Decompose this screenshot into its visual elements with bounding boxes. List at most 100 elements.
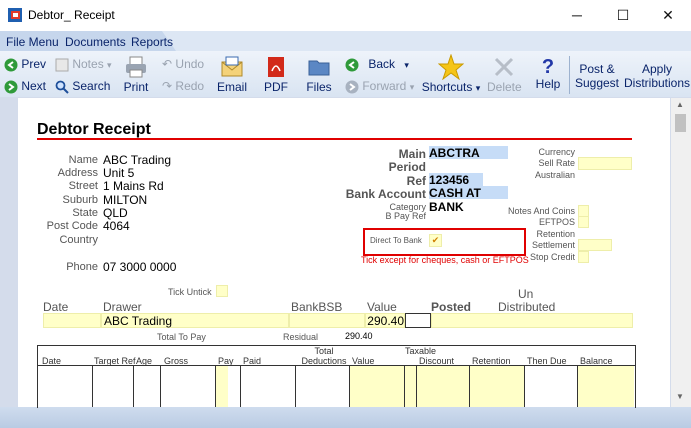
scroll-down-arrow-icon[interactable]: ▼ (676, 392, 684, 401)
ref-value: 123456 (429, 173, 470, 187)
back-button[interactable]: Back ▾ (345, 57, 409, 72)
grid-divider (349, 366, 350, 407)
shortcuts-label: Shortcuts (421, 80, 473, 94)
forward-label: Forward (362, 79, 407, 93)
bank-account-label: Bank Account (345, 187, 426, 201)
bpay-ref-label: B Pay Ref (385, 211, 426, 221)
undistributed-field[interactable] (431, 313, 633, 328)
next-button[interactable]: Next (4, 79, 46, 94)
redo-button[interactable]: ↷ Redo (162, 79, 204, 93)
un-header: Un (518, 287, 534, 301)
menu-file[interactable]: File Menu (6, 35, 59, 49)
redo-icon: ↷ (162, 79, 173, 93)
ref-field[interactable]: 123456 (429, 173, 483, 187)
sell-rate-label: Sell Rate (538, 158, 575, 168)
bankbsb-field[interactable] (289, 313, 365, 328)
residual-value: 290.40 (345, 331, 373, 341)
shortcuts-button[interactable]: Shortcuts ▾ (418, 53, 484, 94)
state-value[interactable]: QLD (103, 206, 128, 220)
pdf-label: PDF (264, 80, 288, 94)
maximize-button[interactable]: ☐ (600, 0, 646, 30)
retention-label: Retention (536, 229, 575, 239)
prev-button[interactable]: Prev (4, 57, 46, 72)
minimize-button[interactable]: ─ (554, 0, 600, 30)
postcode-value[interactable]: 4064 (103, 219, 130, 233)
grid-col-gross: Gross (164, 356, 189, 366)
notes-coins-label: Notes And Coins (507, 206, 575, 216)
delete-button[interactable]: Delete (487, 55, 522, 94)
help-button[interactable]: ? Help (533, 55, 563, 91)
apply-distributions-button[interactable]: Apply Distributions (624, 62, 690, 90)
drawer-field[interactable]: ABC Trading (101, 313, 289, 328)
phone-label: Phone (66, 261, 98, 273)
value-field[interactable]: 290.40 (365, 313, 405, 328)
phone-value[interactable]: 07 3000 0000 (103, 260, 176, 274)
address-value[interactable]: Unit 5 (103, 166, 134, 180)
main-value: ABCTRA (429, 146, 480, 160)
stop-credit-label: Stop Credit (529, 252, 575, 262)
vertical-scrollbar[interactable]: ▲ ▼ (671, 98, 691, 407)
distributed-header: Distributed (498, 300, 556, 314)
grid-balance-column-fill[interactable] (578, 366, 634, 407)
grid-divider (416, 366, 417, 407)
name-label: Name (68, 154, 98, 166)
grid-col-total-deductions: Total Deductions (301, 346, 347, 366)
files-label: Files (306, 80, 332, 94)
stop-credit-field[interactable] (578, 251, 589, 263)
eftpos-field[interactable] (578, 216, 589, 228)
suburb-value[interactable]: MILTON (103, 193, 147, 207)
forward-button[interactable]: Forward ▾ (345, 79, 414, 94)
bankbsb-header: BankBSB (291, 300, 343, 314)
value-amount: 290.40 (367, 314, 404, 328)
status-bar (0, 407, 691, 428)
posted-field[interactable] (405, 313, 431, 328)
notes-dropdown-icon: ▾ (107, 60, 112, 70)
grid-divider (215, 366, 216, 407)
help-label: Help (535, 77, 561, 91)
grid-taxable-column-fill[interactable] (405, 366, 416, 407)
grid-divider (577, 366, 578, 407)
apply-distributions-label-line1: Apply (641, 62, 673, 76)
direct-to-bank-checkbox[interactable]: ✔ (429, 234, 442, 247)
grid-discount-column-fill[interactable] (417, 366, 469, 407)
name-value[interactable]: ABC Trading (103, 153, 171, 167)
bank-account-field[interactable]: CASH AT BANK (429, 186, 508, 214)
street-value[interactable]: 1 Mains Rd (103, 179, 164, 193)
direct-to-bank-label: Direct To Bank (370, 236, 422, 245)
search-button[interactable]: Search (55, 79, 110, 94)
grid-divider (524, 366, 525, 407)
grid-pay-column-fill[interactable] (216, 366, 228, 407)
settlement-field[interactable] (578, 239, 612, 251)
apply-distributions-label-line2: Distributions (624, 76, 691, 90)
grid-retention-column-fill[interactable] (470, 366, 524, 407)
print-button[interactable]: Print (121, 55, 151, 94)
notes-button[interactable]: Notes ▾ (55, 57, 112, 72)
main-label: Main (398, 147, 426, 161)
close-button[interactable]: ✕ (645, 0, 691, 30)
undo-label: Undo (175, 57, 205, 71)
grid-divider (404, 366, 405, 407)
email-button[interactable]: Email (215, 55, 249, 94)
files-button[interactable]: Files (304, 55, 334, 94)
tick-untick-checkbox[interactable] (216, 285, 228, 297)
print-label: Print (123, 80, 149, 94)
menu-reports[interactable]: Reports (131, 35, 173, 49)
grid-col-retention: Retention (472, 356, 511, 366)
country-label: Country (59, 234, 98, 246)
grid-col-target-ref: Target Ref (94, 356, 136, 366)
back-dropdown-icon[interactable]: ▾ (404, 60, 409, 70)
scroll-up-arrow-icon[interactable]: ▲ (676, 100, 684, 109)
grid-divider (160, 366, 161, 407)
email-icon (221, 56, 243, 77)
sell-rate-field[interactable] (578, 157, 632, 170)
pdf-button[interactable]: PDF (261, 55, 291, 94)
grid-col-paid: Paid (243, 356, 262, 366)
back-arrow-icon (345, 58, 359, 72)
grid-value-column-fill[interactable] (350, 366, 404, 407)
undo-button[interactable]: ↶ Undo (162, 57, 204, 71)
date-field[interactable] (43, 313, 101, 328)
menu-documents[interactable]: Documents (65, 35, 126, 49)
scroll-thumb[interactable] (675, 114, 686, 132)
post-suggest-button[interactable]: Post & Suggest (574, 62, 620, 90)
search-icon (55, 80, 69, 94)
